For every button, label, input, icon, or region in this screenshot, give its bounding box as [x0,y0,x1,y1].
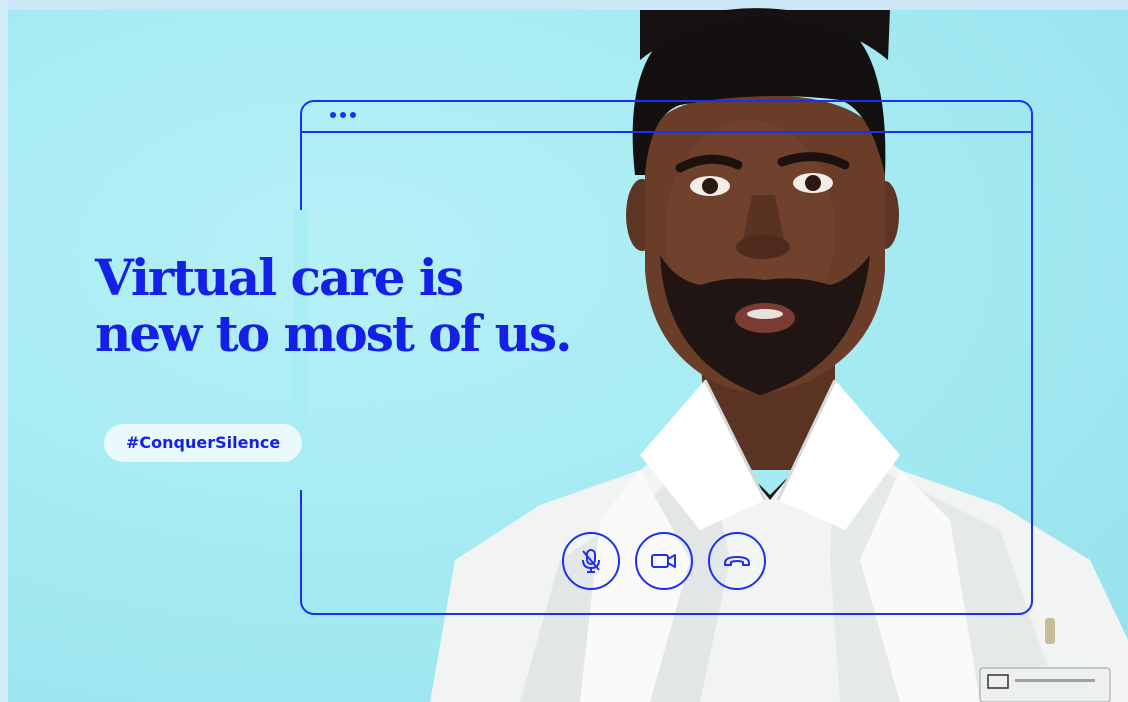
mute-microphone-button[interactable] [562,532,620,590]
headline-line-1: Virtual care is [95,248,464,307]
video-camera-button[interactable] [635,532,693,590]
dot [340,112,346,118]
hang-up-phone-icon [724,556,750,566]
dot [330,112,336,118]
hang-up-button[interactable] [708,532,766,590]
headline-line-2: new to most of us. [95,304,573,363]
call-controls [562,532,766,590]
ad-banner: Virtual care is new to most of us. #Conq… [0,0,1128,702]
window-title-bar-divider [300,131,1033,133]
dot [350,112,356,118]
headline: Virtual care is new to most of us. [95,248,573,363]
video-camera-icon [651,554,676,568]
hashtag-badge: #ConquerSilence [104,424,303,462]
mute-microphone-icon [582,549,600,573]
window-menu-dots-icon[interactable] [330,112,356,118]
